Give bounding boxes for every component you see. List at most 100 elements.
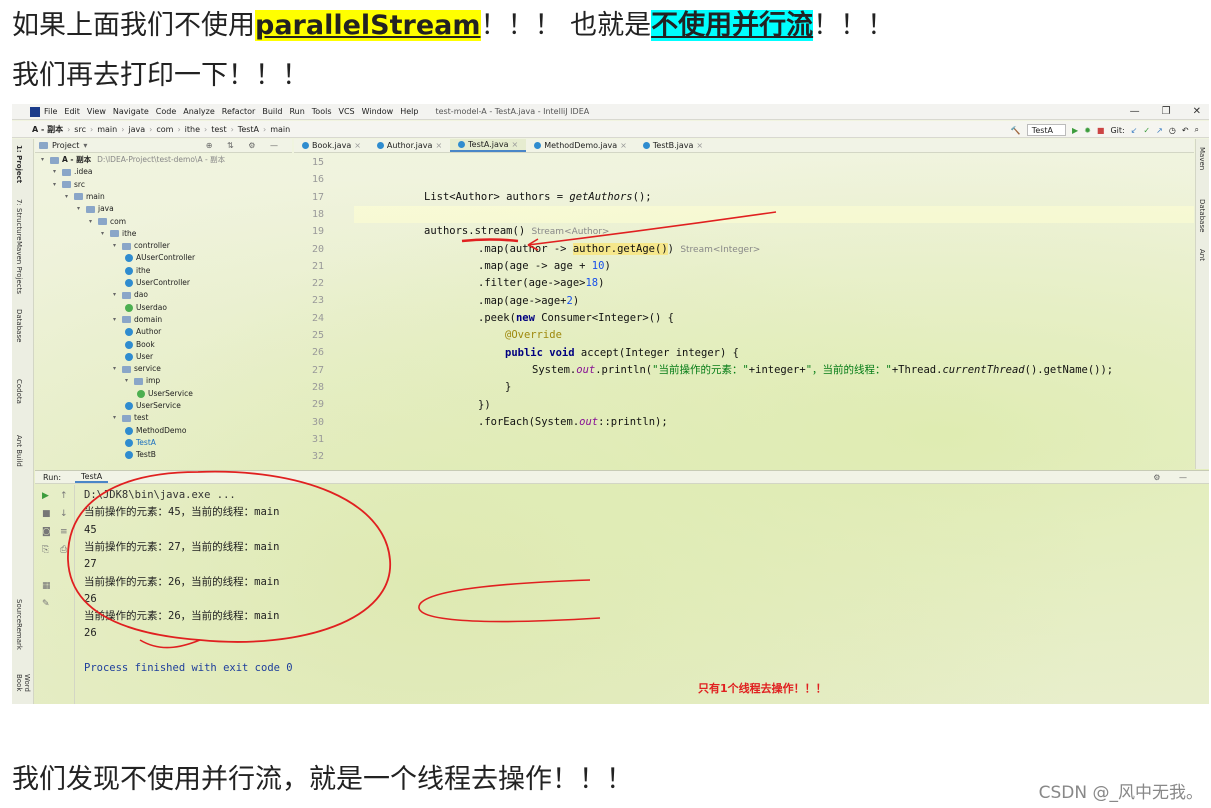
tree-item[interactable]: ▾ ithe xyxy=(101,228,136,240)
tree-item[interactable]: ▾ src xyxy=(53,179,85,191)
code-editor[interactable]: List<Author> authors = getAuthors(); aut… xyxy=(354,154,1194,469)
chevron-down-icon[interactable]: ▾ xyxy=(89,216,95,228)
menu-analyze[interactable]: Analyze xyxy=(183,107,215,116)
menu-run[interactable]: Run xyxy=(289,107,304,116)
restore-layout-icon[interactable]: ⎘ xyxy=(42,545,49,555)
close-tab-icon[interactable]: × xyxy=(696,139,703,153)
chevron-down-icon[interactable]: ▾ xyxy=(53,166,59,178)
breadcrumb-item[interactable]: ithe xyxy=(185,125,200,134)
chevron-down-icon[interactable]: ▾ xyxy=(113,289,119,301)
tree-item[interactable]: ▾ com xyxy=(89,216,126,228)
tree-item[interactable]: ▾ java xyxy=(77,203,114,215)
editor-tab[interactable]: TestA.java × xyxy=(450,138,527,152)
tree-item[interactable]: Userdao xyxy=(125,302,167,314)
menu-code[interactable]: Code xyxy=(156,107,176,116)
search-everywhere-icon[interactable]: ⌕ xyxy=(1195,125,1199,135)
breadcrumb-item[interactable]: java xyxy=(128,125,145,134)
stop-run-icon[interactable]: ■ xyxy=(42,509,51,519)
tree-item[interactable]: ▾ dao xyxy=(113,289,148,301)
menu-window[interactable]: Window xyxy=(362,107,394,116)
chevron-down-icon[interactable]: ▾ xyxy=(83,141,87,150)
chevron-down-icon[interactable]: ▾ xyxy=(113,363,119,375)
tree-item[interactable]: TestA xyxy=(125,437,156,449)
tree-item[interactable]: ▾ A - 副本 D:\IDEA-Project\test-demo\A - 副本 xyxy=(41,154,225,166)
tool-ant[interactable]: Ant xyxy=(1198,249,1206,261)
tool-word-book[interactable]: Word Book xyxy=(15,674,31,704)
stop-icon[interactable]: ■ xyxy=(1097,126,1105,135)
panel-options-icon[interactable]: ⊕ ⇅ ⚙ — xyxy=(206,141,284,150)
tool-structure[interactable]: 7: Structure xyxy=(15,199,23,241)
rerun-icon[interactable]: ▶ xyxy=(42,491,49,501)
menu-navigate[interactable]: Navigate xyxy=(113,107,149,116)
chevron-down-icon[interactable]: ▾ xyxy=(77,203,83,215)
tool-ant-build[interactable]: Ant Build xyxy=(15,435,23,467)
chevron-down-icon[interactable]: ▾ xyxy=(113,240,119,252)
tree-item[interactable]: TestB xyxy=(125,449,156,461)
tree-item[interactable]: UserService xyxy=(125,400,181,412)
tool-database-right[interactable]: Database xyxy=(1198,199,1206,232)
tree-item[interactable]: ▾ controller xyxy=(113,240,170,252)
close-tab-icon[interactable]: × xyxy=(354,139,361,153)
undo-icon[interactable]: ↶ xyxy=(1182,126,1189,135)
print-icon[interactable]: ⎙ xyxy=(60,545,67,555)
maximize-icon[interactable]: ❐ xyxy=(1162,106,1171,117)
git-update-icon[interactable]: ↙ xyxy=(1131,126,1138,135)
build-hammer-icon[interactable]: 🔨 xyxy=(1011,126,1021,135)
scroll-up-icon[interactable]: ↑ xyxy=(60,491,68,501)
menu-file[interactable]: File xyxy=(44,107,57,116)
tree-item[interactable]: User xyxy=(125,351,153,363)
soft-wrap-icon[interactable]: ≡ xyxy=(60,527,68,537)
chevron-down-icon[interactable]: ▾ xyxy=(113,314,119,326)
chevron-down-icon[interactable]: ▾ xyxy=(101,228,107,240)
pin-icon[interactable]: ✎ xyxy=(42,599,50,609)
close-tab-icon[interactable]: × xyxy=(435,139,442,153)
chevron-down-icon[interactable]: ▾ xyxy=(65,191,71,203)
chevron-down-icon[interactable]: ▾ xyxy=(113,412,119,424)
breadcrumb-item[interactable]: test xyxy=(211,125,226,134)
tree-item[interactable]: AUserController xyxy=(125,252,195,264)
tree-item[interactable]: MethodDemo xyxy=(125,425,186,437)
menu-edit[interactable]: Edit xyxy=(64,107,80,116)
editor-tab[interactable]: Author.java × xyxy=(369,139,450,152)
scroll-down-icon[interactable]: ↓ xyxy=(60,509,68,519)
tree-item[interactable]: ▾ .idea xyxy=(53,166,92,178)
chevron-down-icon[interactable]: ▾ xyxy=(53,179,59,191)
tree-item[interactable]: UserService xyxy=(137,388,193,400)
minimize-icon[interactable]: — xyxy=(1130,106,1140,117)
git-push-icon[interactable]: ↗ xyxy=(1156,126,1163,135)
tree-item[interactable]: ▾ service xyxy=(113,363,161,375)
menu-vcs[interactable]: VCS xyxy=(339,107,355,116)
debug-icon[interactable]: ✹ xyxy=(1084,126,1091,135)
menu-view[interactable]: View xyxy=(87,107,106,116)
menu-refactor[interactable]: Refactor xyxy=(222,107,256,116)
tree-item[interactable]: UserController xyxy=(125,277,190,289)
tree-item[interactable]: ▾ main xyxy=(65,191,105,203)
layout-icon[interactable]: ▦ xyxy=(42,581,51,591)
close-tab-icon[interactable]: × xyxy=(512,138,519,152)
run-icon[interactable]: ▶ xyxy=(1072,126,1078,135)
editor-tab[interactable]: TestB.java × xyxy=(635,139,711,152)
tool-database[interactable]: Database xyxy=(15,309,23,342)
run-tab-testa[interactable]: TestA xyxy=(75,472,109,483)
editor-tab[interactable]: MethodDemo.java × xyxy=(526,139,635,152)
project-panel-title[interactable]: Project xyxy=(52,141,79,150)
tool-codota[interactable]: Codota xyxy=(15,379,23,404)
menu-help[interactable]: Help xyxy=(400,107,418,116)
breadcrumb-item[interactable]: src xyxy=(74,125,86,134)
menu-build[interactable]: Build xyxy=(262,107,282,116)
tree-item[interactable]: ▾ domain xyxy=(113,314,162,326)
tool-maven[interactable]: Maven xyxy=(1198,147,1206,170)
breadcrumb-item[interactable]: main xyxy=(97,125,117,134)
tool-sourceremark[interactable]: SourceRemark xyxy=(15,599,23,650)
history-icon[interactable]: ◷ xyxy=(1169,126,1176,135)
git-commit-icon[interactable]: ✓ xyxy=(1143,126,1150,135)
menu-tools[interactable]: Tools xyxy=(312,107,332,116)
breadcrumb-item[interactable]: main xyxy=(270,125,290,134)
tree-item[interactable]: Book xyxy=(125,339,155,351)
camera-icon[interactable]: ◙ xyxy=(42,527,51,537)
close-icon[interactable]: ✕ xyxy=(1193,106,1201,117)
run-panel-settings-icon[interactable]: ⚙ — xyxy=(1153,473,1195,482)
breadcrumb-item[interactable]: A - 副本 xyxy=(32,124,63,135)
tool-project[interactable]: 1: Project xyxy=(15,145,23,183)
tool-maven-projects[interactable]: Maven Projects xyxy=(15,241,23,294)
